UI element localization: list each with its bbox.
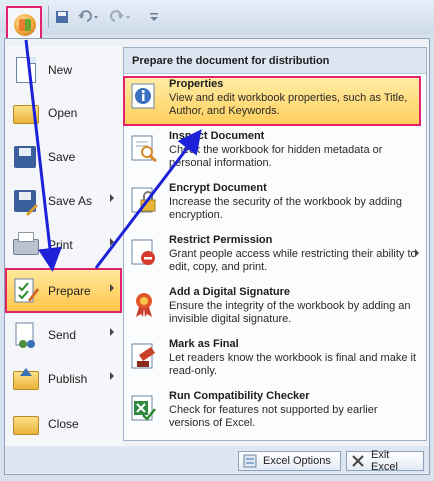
properties-icon xyxy=(129,81,159,111)
menu-item-label: Publish xyxy=(48,372,88,386)
excel-options-label: Excel Options xyxy=(263,455,331,467)
submenu-item-title: Restrict Permission xyxy=(169,234,273,246)
submenu-arrow-icon xyxy=(110,328,114,336)
submenu-item-desc: Check for features not supported by earl… xyxy=(169,404,378,429)
submenu-arrow-icon xyxy=(110,284,114,292)
encrypt-document-icon xyxy=(129,185,159,215)
save-icon xyxy=(56,11,68,23)
menu-item-send[interactable]: Send xyxy=(10,315,120,355)
menu-item-print[interactable]: Print xyxy=(10,225,120,265)
menu-item-label: Send xyxy=(48,328,77,342)
menu-item-label: Prepare xyxy=(48,284,91,298)
submenu-item-desc: Ensure the integrity of the workbook by … xyxy=(169,300,411,325)
menu-item-label: Open xyxy=(48,106,78,120)
office-logo-icon xyxy=(14,14,36,36)
save-icon xyxy=(10,142,40,172)
submenu-item-compatibility-checker[interactable]: Run Compatibility Checker Check for feat… xyxy=(123,387,425,439)
close-folder-icon xyxy=(10,409,40,439)
compatibility-checker-icon xyxy=(129,393,159,423)
menu-item-save[interactable]: Save xyxy=(10,137,120,177)
excel-options-button[interactable]: Excel Options xyxy=(238,451,341,471)
qat-undo-button[interactable] xyxy=(76,7,102,27)
close-icon xyxy=(351,454,365,468)
submenu-arrow-icon xyxy=(110,238,114,246)
submenu-item-properties[interactable]: Properties View and edit workbook proper… xyxy=(123,75,425,127)
submenu-item-title: Properties xyxy=(169,78,224,90)
submenu-item-inspect-document[interactable]: Inspect Document Check the workbook for … xyxy=(123,127,425,179)
exit-excel-button[interactable]: Exit Excel xyxy=(346,449,424,473)
qat-redo-button[interactable] xyxy=(108,7,134,27)
submenu-item-desc: Increase the security of the workbook by… xyxy=(169,196,402,221)
submenu-item-encrypt-document[interactable]: Encrypt Document Increase the security o… xyxy=(123,179,425,231)
menu-item-open[interactable]: Open xyxy=(10,93,120,133)
print-icon xyxy=(10,230,40,260)
submenu-item-title: Run Compatibility Checker xyxy=(169,390,310,402)
submenu-header: Prepare the document for distribution xyxy=(124,48,426,74)
qat-customize-button[interactable] xyxy=(148,7,160,27)
exit-excel-label: Exit Excel xyxy=(371,449,398,473)
new-doc-icon xyxy=(10,55,40,85)
mark-as-final-icon xyxy=(129,341,159,371)
redo-icon xyxy=(110,10,130,22)
submenu-arrow-icon xyxy=(415,249,419,257)
submenu-item-mark-as-final[interactable]: Mark as Final Let readers know the workb… xyxy=(123,335,425,387)
save-as-icon xyxy=(10,186,40,216)
publish-icon xyxy=(10,364,40,394)
menu-item-label: New xyxy=(48,63,73,77)
qat-save-button[interactable] xyxy=(54,7,70,27)
inspect-document-icon xyxy=(129,133,159,163)
submenu-item-desc: Let readers know the workbook is final a… xyxy=(169,352,417,377)
submenu-item-desc: Check the workbook for hidden metadata o… xyxy=(169,144,383,169)
menu-item-label: Save As xyxy=(48,194,93,208)
submenu-arrow-icon xyxy=(110,194,114,202)
menu-item-prepare[interactable]: Prepare xyxy=(10,271,120,311)
customize-qat-icon xyxy=(150,13,158,21)
submenu-item-add-digital-signature[interactable]: Add a Digital Signature Ensure the integ… xyxy=(123,283,425,335)
menu-item-save-as[interactable]: Save As xyxy=(10,181,120,221)
submenu-arrow-icon xyxy=(110,372,114,380)
submenu-item-restrict-permission[interactable]: Restrict Permission Grant people access … xyxy=(123,231,425,283)
submenu-item-title: Mark as Final xyxy=(169,338,239,350)
open-folder-icon xyxy=(10,98,40,128)
submenu-item-title: Add a Digital Signature xyxy=(169,286,291,298)
menu-item-label: Close xyxy=(48,417,79,431)
undo-icon xyxy=(78,10,98,22)
prepare-icon xyxy=(10,276,40,306)
options-icon xyxy=(243,454,257,468)
menu-item-publish[interactable]: Publish xyxy=(10,359,120,399)
submenu-item-title: Encrypt Document xyxy=(169,182,267,194)
menu-item-label: Print xyxy=(48,238,73,252)
office-button[interactable] xyxy=(6,6,42,42)
menu-item-close[interactable]: Close xyxy=(10,404,120,444)
menu-item-label: Save xyxy=(48,150,76,164)
send-icon xyxy=(10,320,40,350)
menu-item-new[interactable]: New xyxy=(10,50,120,90)
submenu-item-desc: Grant people access while restricting th… xyxy=(169,248,417,273)
qat-separator xyxy=(48,6,49,28)
submenu-item-desc: View and edit workbook properties, such … xyxy=(169,92,408,117)
digital-signature-icon xyxy=(129,289,159,319)
restrict-permission-icon xyxy=(129,237,159,267)
submenu-item-title: Inspect Document xyxy=(169,130,265,142)
